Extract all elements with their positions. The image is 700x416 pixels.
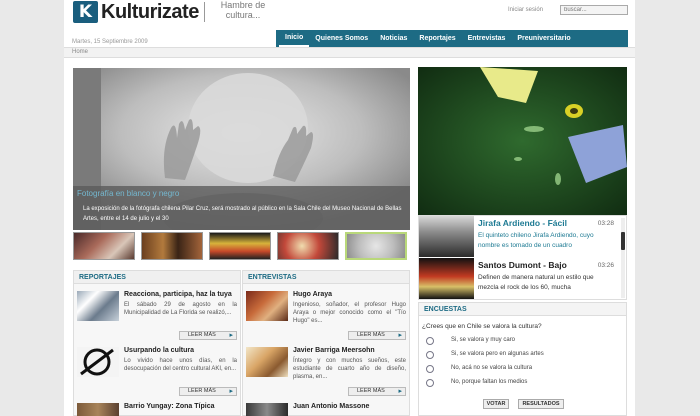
radio-button[interactable] (426, 351, 434, 359)
no-entry-icon (80, 348, 114, 376)
article-title[interactable]: Barrio Yungay: Zona Típica (124, 403, 215, 410)
playlist-thumbnail (419, 258, 474, 299)
list-item: Hugo Araya Ingenioso, soñador, el profes… (246, 291, 408, 343)
article-thumbnail[interactable] (77, 291, 119, 321)
article-summary: Lo vivido hace unos días, en la desocupa… (124, 358, 237, 372)
feature-title[interactable]: Fotografía en blanco y negro (77, 189, 179, 198)
feature-caption: Fotografía en blanco y negro La exposici… (73, 186, 410, 230)
playlist-description: Definen de manera natural un estilo que … (478, 274, 594, 291)
radio-button[interactable] (426, 379, 434, 387)
read-more-button[interactable]: LEER MÁS (348, 387, 406, 396)
vote-button[interactable]: VOTAR (483, 399, 509, 409)
thumbnail-3[interactable] (209, 232, 271, 260)
article-thumbnail[interactable] (246, 291, 288, 321)
article-title[interactable]: Juan Antonio Massone (293, 403, 369, 410)
page: K Kulturizate Hambre de cultura... Inici… (64, 0, 635, 416)
nav-preuniversitario[interactable]: Preuniversitario (511, 30, 576, 47)
slideshow-thumbnails (73, 232, 410, 260)
video-frame (418, 67, 627, 215)
radio-button[interactable] (426, 365, 434, 373)
results-button[interactable]: RESULTADOS (518, 399, 564, 409)
reportajes-heading: REPORTAJES (74, 271, 240, 284)
list-item: Barrio Yungay: Zona Típica (77, 403, 239, 416)
video-playlist: Jirafa Ardiendo - Fácil 03:28 El quintet… (418, 215, 627, 300)
playlist-item[interactable]: Jirafa Ardiendo - Fácil 03:28 El quintet… (419, 216, 622, 257)
playlist-thumbnail (419, 216, 474, 257)
list-item: Juan Antonio Massone (246, 403, 408, 416)
article-title[interactable]: Javier Barriga Meersohn (293, 347, 375, 354)
breadcrumb-bar: Home (64, 47, 635, 58)
playlist-duration: 03:28 (597, 220, 614, 227)
current-date: Martes, 15 Septiembre 2009 (72, 39, 148, 45)
poll-option[interactable]: Si, se valora y muy caro (426, 336, 622, 346)
nav-reportajes[interactable]: Reportajes (413, 30, 461, 47)
thumbnail-2[interactable] (141, 232, 203, 260)
read-more-button[interactable]: LEER MÁS (348, 331, 406, 340)
article-title[interactable]: Hugo Araya (293, 291, 332, 298)
article-thumbnail[interactable] (246, 403, 288, 416)
nav-quienes-somos[interactable]: Quienes Somos (309, 30, 374, 47)
breadcrumb[interactable]: Home (72, 49, 88, 55)
poll-option[interactable]: No, porque faltan los medios (426, 378, 622, 388)
logo-divider (203, 2, 205, 22)
nav-entrevistas[interactable]: Entrevistas (462, 30, 512, 47)
logo-text: Kulturizate (101, 0, 199, 23)
tagline: Hambre de cultura... (220, 0, 266, 20)
read-more-button[interactable]: LEER MÁS (179, 387, 237, 396)
article-thumbnail[interactable] (77, 347, 119, 377)
poll-option-label: Si, se valora pero en algunas artes (451, 351, 544, 357)
poll-option[interactable]: Si, se valora pero en algunas artes (426, 350, 622, 360)
nav-noticias[interactable]: Noticias (374, 30, 413, 47)
radio-button[interactable] (426, 337, 434, 345)
poll-option-label: No, porque faltan los medios (451, 379, 528, 385)
nav-inicio[interactable]: Inicio (279, 30, 310, 47)
reportajes-section: REPORTAJES Reacciona, participa, haz la … (73, 270, 241, 416)
playlist-description: El quinteto chileno Jirafa Ardiendo, cuy… (478, 232, 594, 249)
article-title[interactable]: Usurpando la cultura (124, 347, 194, 354)
main-nav: Inicio Quienes Somos Noticias Reportajes… (276, 30, 628, 47)
article-summary: Ingenioso, soñador, el profesor Hugo Ara… (293, 302, 406, 324)
featured-slideshow[interactable]: Fotografía en blanco y negro La exposici… (73, 68, 410, 230)
entrevistas-heading: ENTREVISTAS (243, 271, 409, 284)
poll-option-label: Si, se valora y muy caro (451, 337, 516, 343)
thumbnail-5[interactable] (345, 232, 407, 260)
list-item: Javier Barriga Meersohn Íntegro y con mu… (246, 347, 408, 399)
article-summary: Íntegro y con muchos sueños, este estudi… (293, 358, 406, 380)
site-logo[interactable]: K Kulturizate (73, 0, 205, 24)
video-player[interactable] (418, 67, 627, 215)
poll-question: ¿Crees que en Chile se valora la cultura… (422, 323, 542, 330)
poll-option[interactable]: No, acá no se valora la cultura (426, 364, 622, 374)
read-more-button[interactable]: LEER MÁS (179, 331, 237, 340)
article-thumbnail[interactable] (77, 403, 119, 416)
search-input[interactable] (560, 5, 628, 15)
poll-heading: ENCUESTAS (419, 303, 626, 316)
article-title[interactable]: Reacciona, participa, haz la tuya (124, 291, 232, 298)
article-summary: El sábado 29 de agosto en la Municipalid… (124, 302, 237, 316)
thumbnail-4[interactable] (277, 232, 339, 260)
list-item: Usurpando la cultura Lo vivido hace unos… (77, 347, 239, 399)
playlist-title: Jirafa Ardiendo - Fácil (478, 218, 567, 228)
thumbnail-1[interactable] (73, 232, 135, 260)
poll-section: ENCUESTAS ¿Crees que en Chile se valora … (418, 302, 627, 416)
playlist-scrollbar[interactable] (621, 218, 625, 298)
scrollbar-thumb[interactable] (621, 232, 625, 250)
playlist-title: Santos Dumont - Bajo (478, 260, 567, 270)
entrevistas-section: ENTREVISTAS Hugo Araya Ingenioso, soñado… (242, 270, 410, 416)
article-thumbnail[interactable] (246, 347, 288, 377)
playlist-item[interactable]: Santos Dumont - Bajo 03:26 Definen de ma… (419, 258, 622, 299)
login-link[interactable]: Iniciar sesión (508, 7, 543, 13)
poll-option-label: No, acá no se valora la cultura (451, 365, 533, 371)
list-item: Reacciona, participa, haz la tuya El sáb… (77, 291, 239, 343)
playlist-duration: 03:26 (597, 262, 614, 269)
feature-text: La exposición de la fotógrafa chilena Pi… (83, 206, 402, 222)
logo-k-icon: K (73, 1, 98, 23)
